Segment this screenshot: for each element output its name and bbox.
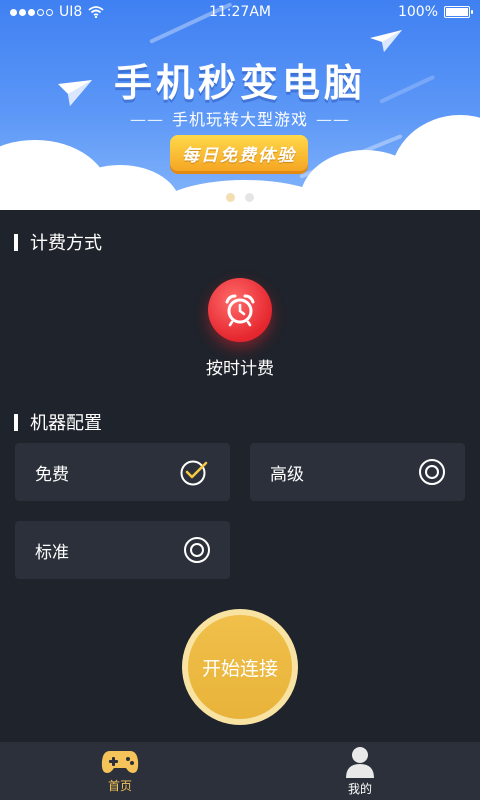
battery-icon: [444, 6, 473, 18]
config-option-free[interactable]: 免费: [15, 443, 230, 501]
bottom-navigation: 首页 我的: [0, 742, 480, 800]
carrier-name: UI8: [59, 4, 83, 20]
banner-subtitle-row: —— 手机玩转大型游戏 ——: [0, 106, 480, 130]
subtitle-dash-right: ——: [316, 110, 350, 129]
radio-unselected-icon[interactable]: [419, 459, 445, 485]
config-option-label: 标准: [35, 542, 69, 563]
start-connect-button[interactable]: 开始连接: [182, 609, 298, 725]
promo-banner[interactable]: UI8 11:27AM 100% 手机秒变电脑 —— 手机玩转大型游戏 —— 每日免…: [0, 0, 480, 210]
machine-config-section-title: 机器配置: [14, 409, 102, 435]
user-icon: [346, 746, 374, 778]
start-connect-label: 开始连接: [188, 615, 292, 719]
alarm-clock-icon[interactable]: [208, 278, 272, 342]
wifi-icon: [88, 6, 104, 18]
nav-item-profile[interactable]: 我的: [240, 742, 480, 800]
section-marker: [14, 233, 18, 251]
nav-item-home[interactable]: 首页: [0, 742, 240, 800]
gamepad-icon: [101, 750, 139, 773]
billing-mode-label: 按时计费: [206, 359, 274, 379]
banner-subtitle: 手机玩转大型游戏: [171, 110, 308, 129]
subtitle-dash-left: ——: [129, 110, 164, 129]
status-bar: UI8 11:27AM 100%: [0, 0, 480, 24]
radio-unselected-icon[interactable]: [184, 537, 210, 563]
daily-free-trial-button[interactable]: 每日免费体验: [170, 135, 308, 171]
config-option-label: 高级: [270, 464, 304, 485]
nav-label: 我的: [347, 781, 372, 796]
battery-percentage: 100%: [397, 4, 438, 20]
nav-label: 首页: [107, 778, 132, 793]
machine-config-section-label: 机器配置: [30, 413, 102, 434]
carousel-indicator: [0, 193, 480, 202]
config-option-standard[interactable]: 标准: [15, 521, 230, 579]
section-marker: [14, 413, 18, 431]
checked-radio-icon[interactable]: [180, 457, 210, 487]
billing-section-label: 计费方式: [30, 233, 102, 254]
alarm-clock-glyph: [225, 294, 255, 327]
config-option-advanced[interactable]: 高级: [250, 443, 465, 501]
carousel-dot-active: [226, 193, 235, 202]
billing-section-title: 计费方式: [14, 229, 102, 255]
signal-strength-icon: [10, 8, 53, 16]
paper-plane-icon: [370, 30, 402, 52]
banner-title: 手机秒变电脑: [113, 61, 366, 105]
config-option-label: 免费: [35, 464, 69, 485]
carousel-dot: [245, 193, 254, 202]
